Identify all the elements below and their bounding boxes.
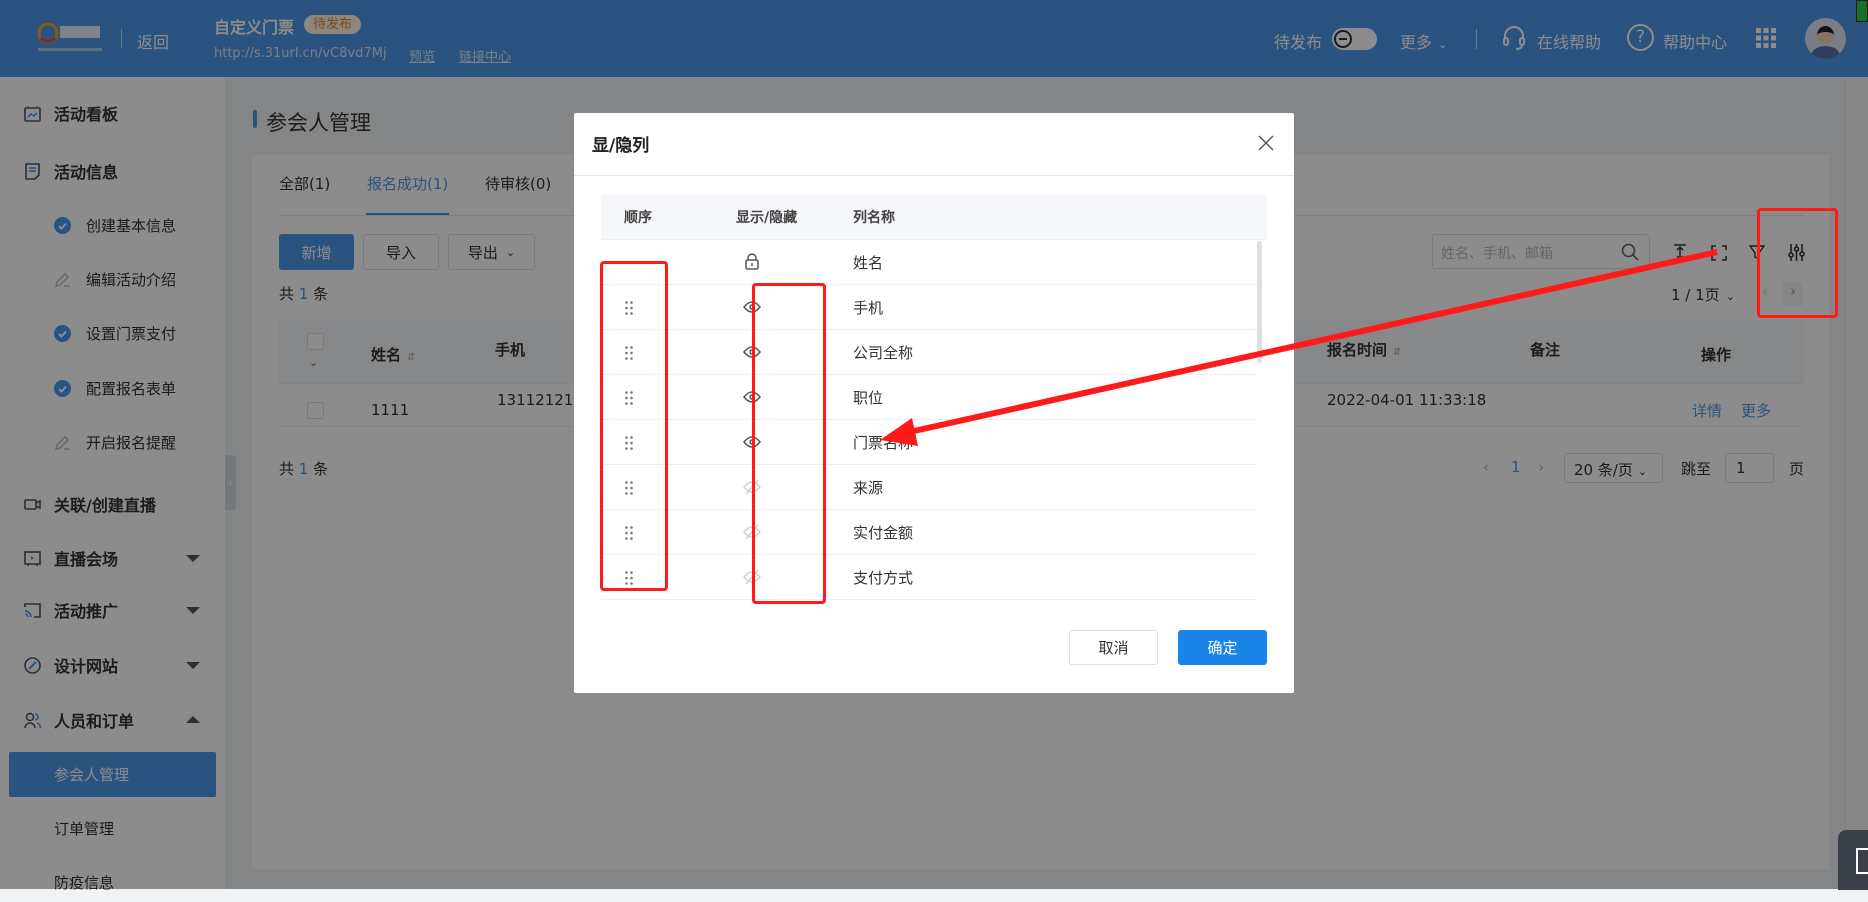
dialog-title: 显/隐列 (592, 136, 650, 156)
floating-widget[interactable] (1838, 830, 1868, 890)
column-row: 支付方式 (601, 555, 1257, 600)
dialog-header-divider (574, 175, 1294, 176)
annotation-box-settings (1757, 208, 1838, 318)
header-visibility: 显示/隐藏 (736, 210, 798, 226)
header-order: 顺序 (624, 210, 652, 226)
column-name: 来源 (853, 479, 884, 497)
confirm-button[interactable]: 确定 (1178, 630, 1267, 665)
column-name: 支付方式 (853, 569, 914, 587)
column-row: 公司全称 (601, 330, 1257, 375)
column-row: 职位 (601, 375, 1257, 420)
column-name: 职位 (853, 389, 884, 407)
column-row: 门票名称 (601, 420, 1257, 465)
column-name: 公司全称 (853, 344, 914, 362)
dialog-table-header: 顺序 显示/隐藏 列名称 (601, 195, 1267, 240)
header-column-name: 列名称 (853, 210, 895, 226)
column-row: 姓名 (601, 240, 1257, 285)
column-visibility-dialog: 显/隐列 顺序 显示/隐藏 列名称 姓名手机公司全称职位门票名称来源实付金额支付… (574, 113, 1294, 693)
close-icon[interactable] (1258, 135, 1274, 151)
annotation-box-order (600, 261, 668, 591)
column-name: 实付金额 (853, 524, 914, 542)
column-name: 手机 (853, 299, 884, 317)
column-row: 来源 (601, 465, 1257, 510)
annotation-box-visibility (752, 283, 826, 604)
column-name: 门票名称 (853, 434, 914, 452)
cancel-button[interactable]: 取消 (1069, 630, 1158, 665)
column-row: 手机 (601, 285, 1257, 330)
column-name: 姓名 (853, 254, 884, 272)
dialog-table-scrollbar[interactable] (1257, 241, 1262, 363)
column-row: 实付金额 (601, 510, 1257, 555)
lock-icon (745, 253, 759, 270)
